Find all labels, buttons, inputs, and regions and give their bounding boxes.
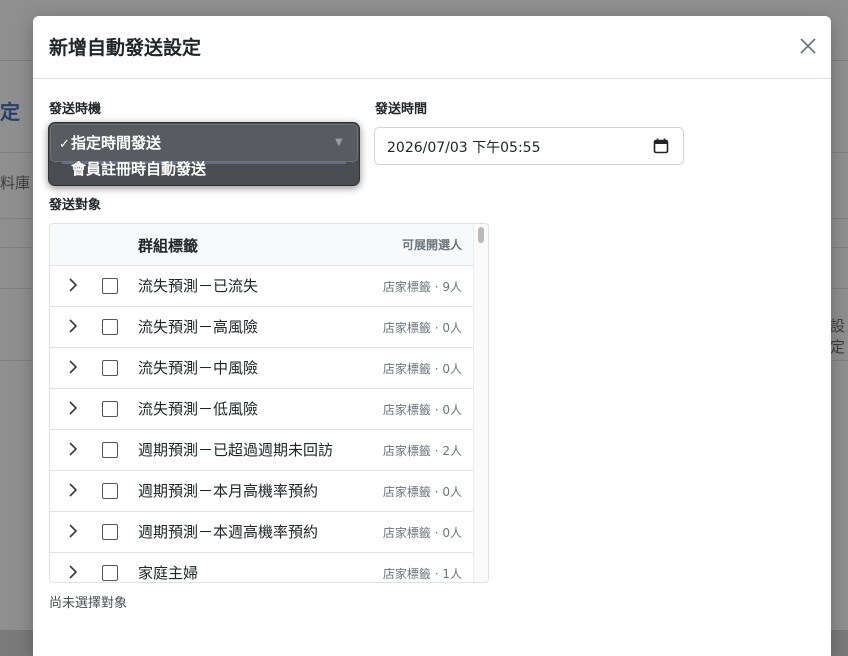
row-meta: 店家標籤 · 0人	[382, 321, 462, 335]
table-row[interactable]: 流失預測－低風險 店家標籤 · 0人	[50, 388, 474, 430]
send-timing-dropdown[interactable]: ▼ ✓指定時間發送 會員註冊時自動發送	[48, 122, 360, 186]
table-row[interactable]: 流失預測－中風險 店家標籤 · 0人	[50, 347, 474, 389]
chevron-right-icon[interactable]	[68, 442, 78, 456]
close-button[interactable]	[797, 35, 819, 57]
row-checkbox[interactable]	[102, 278, 118, 294]
row-label: 家庭主婦	[138, 564, 199, 582]
table-row[interactable]: 流失預測－高風險 店家標籤 · 0人	[50, 306, 474, 348]
table-header: 群組標籤 可展開選人	[50, 224, 474, 266]
row-meta: 店家標籤 · 9人	[382, 280, 462, 294]
chevron-right-icon[interactable]	[68, 524, 78, 538]
table-row[interactable]: 週期預測－已超過週期未回訪 店家標籤 · 2人	[50, 429, 474, 471]
row-meta: 店家標籤 · 0人	[382, 526, 462, 540]
option-label: 指定時間發送	[71, 134, 162, 152]
send-time-input[interactable]: 2026/07/03 下午05:55	[374, 127, 684, 165]
table-row[interactable]: 週期預測－本月高機率預約 店家標籤 · 0人	[50, 470, 474, 512]
row-label: 流失預測－中風險	[138, 359, 259, 377]
option-scheduled-send[interactable]: ✓指定時間發送	[59, 132, 161, 153]
row-label: 流失預測－低風險	[138, 400, 259, 418]
chevron-right-icon[interactable]	[68, 319, 78, 333]
send-time-label: 發送時間	[375, 102, 428, 117]
row-label: 流失預測－高風險	[138, 318, 259, 336]
chevron-right-icon[interactable]	[68, 565, 78, 579]
row-meta: 店家標籤 · 0人	[382, 485, 462, 499]
row-meta: 店家標籤 · 2人	[382, 444, 462, 458]
send-time-value: 2026/07/03 下午05:55	[387, 140, 541, 156]
row-checkbox[interactable]	[102, 524, 118, 540]
row-checkbox[interactable]	[102, 565, 118, 581]
background-text-fragment: 料庫	[0, 174, 31, 192]
row-label: 週期預測－本月高機率預約	[138, 482, 319, 500]
close-icon	[800, 38, 816, 54]
background-title-fragment: 定	[0, 100, 20, 124]
row-label: 流失預測－已流失	[138, 277, 259, 295]
calendar-icon[interactable]	[653, 138, 669, 154]
table-row[interactable]: 週期預測－本週高機率預約 店家標籤 · 0人	[50, 511, 474, 553]
table-row[interactable]: 家庭主婦 店家標籤 · 1人	[50, 552, 474, 582]
row-meta: 店家標籤 · 0人	[382, 362, 462, 376]
column-header-group-tag: 群組標籤	[138, 237, 199, 255]
target-group-table: 群組標籤 可展開選人 流失預測－已流失 店家標籤 · 9人 流失預測－高風險 店…	[49, 223, 489, 583]
modal-title: 新增自動發送設定	[49, 37, 202, 59]
chevron-right-icon[interactable]	[68, 483, 78, 497]
scrollbar-thumb[interactable]	[478, 227, 484, 243]
table-scrollbar[interactable]	[473, 224, 488, 582]
row-checkbox[interactable]	[102, 319, 118, 335]
option-auto-send-on-register[interactable]: 會員註冊時自動發送	[71, 158, 206, 179]
row-checkbox[interactable]	[102, 401, 118, 417]
row-checkbox[interactable]	[102, 483, 118, 499]
modal-header: 新增自動發送設定	[33, 16, 831, 79]
row-checkbox[interactable]	[102, 360, 118, 376]
selection-status: 尚未選擇對象	[49, 596, 128, 611]
row-checkbox[interactable]	[102, 442, 118, 458]
chevron-right-icon[interactable]	[68, 360, 78, 374]
send-target-label: 發送對象	[49, 198, 102, 213]
row-meta: 店家標籤 · 0人	[382, 403, 462, 417]
option-label: 會員註冊時自動發送	[71, 160, 207, 178]
table-row[interactable]: 流失預測－已流失 店家標籤 · 9人	[50, 265, 474, 307]
row-meta: 店家標籤 · 1人	[382, 567, 462, 581]
send-timing-label: 發送時機	[49, 102, 102, 117]
column-header-expandable: 可展開選人	[401, 238, 462, 252]
row-label: 週期預測－已超過週期未回訪	[138, 441, 334, 459]
chevron-right-icon[interactable]	[68, 278, 78, 292]
background-text-fragment: 設定	[830, 317, 846, 356]
chevron-down-icon: ▼	[335, 137, 343, 148]
chevron-right-icon[interactable]	[68, 401, 78, 415]
row-label: 週期預測－本週高機率預約	[138, 523, 319, 541]
add-auto-send-modal: 新增自動發送設定 發送時機 ▼ ✓指定時間發送 會員註冊時自動發送 發送時間 2…	[33, 16, 831, 656]
checkmark-icon: ✓	[59, 137, 70, 152]
